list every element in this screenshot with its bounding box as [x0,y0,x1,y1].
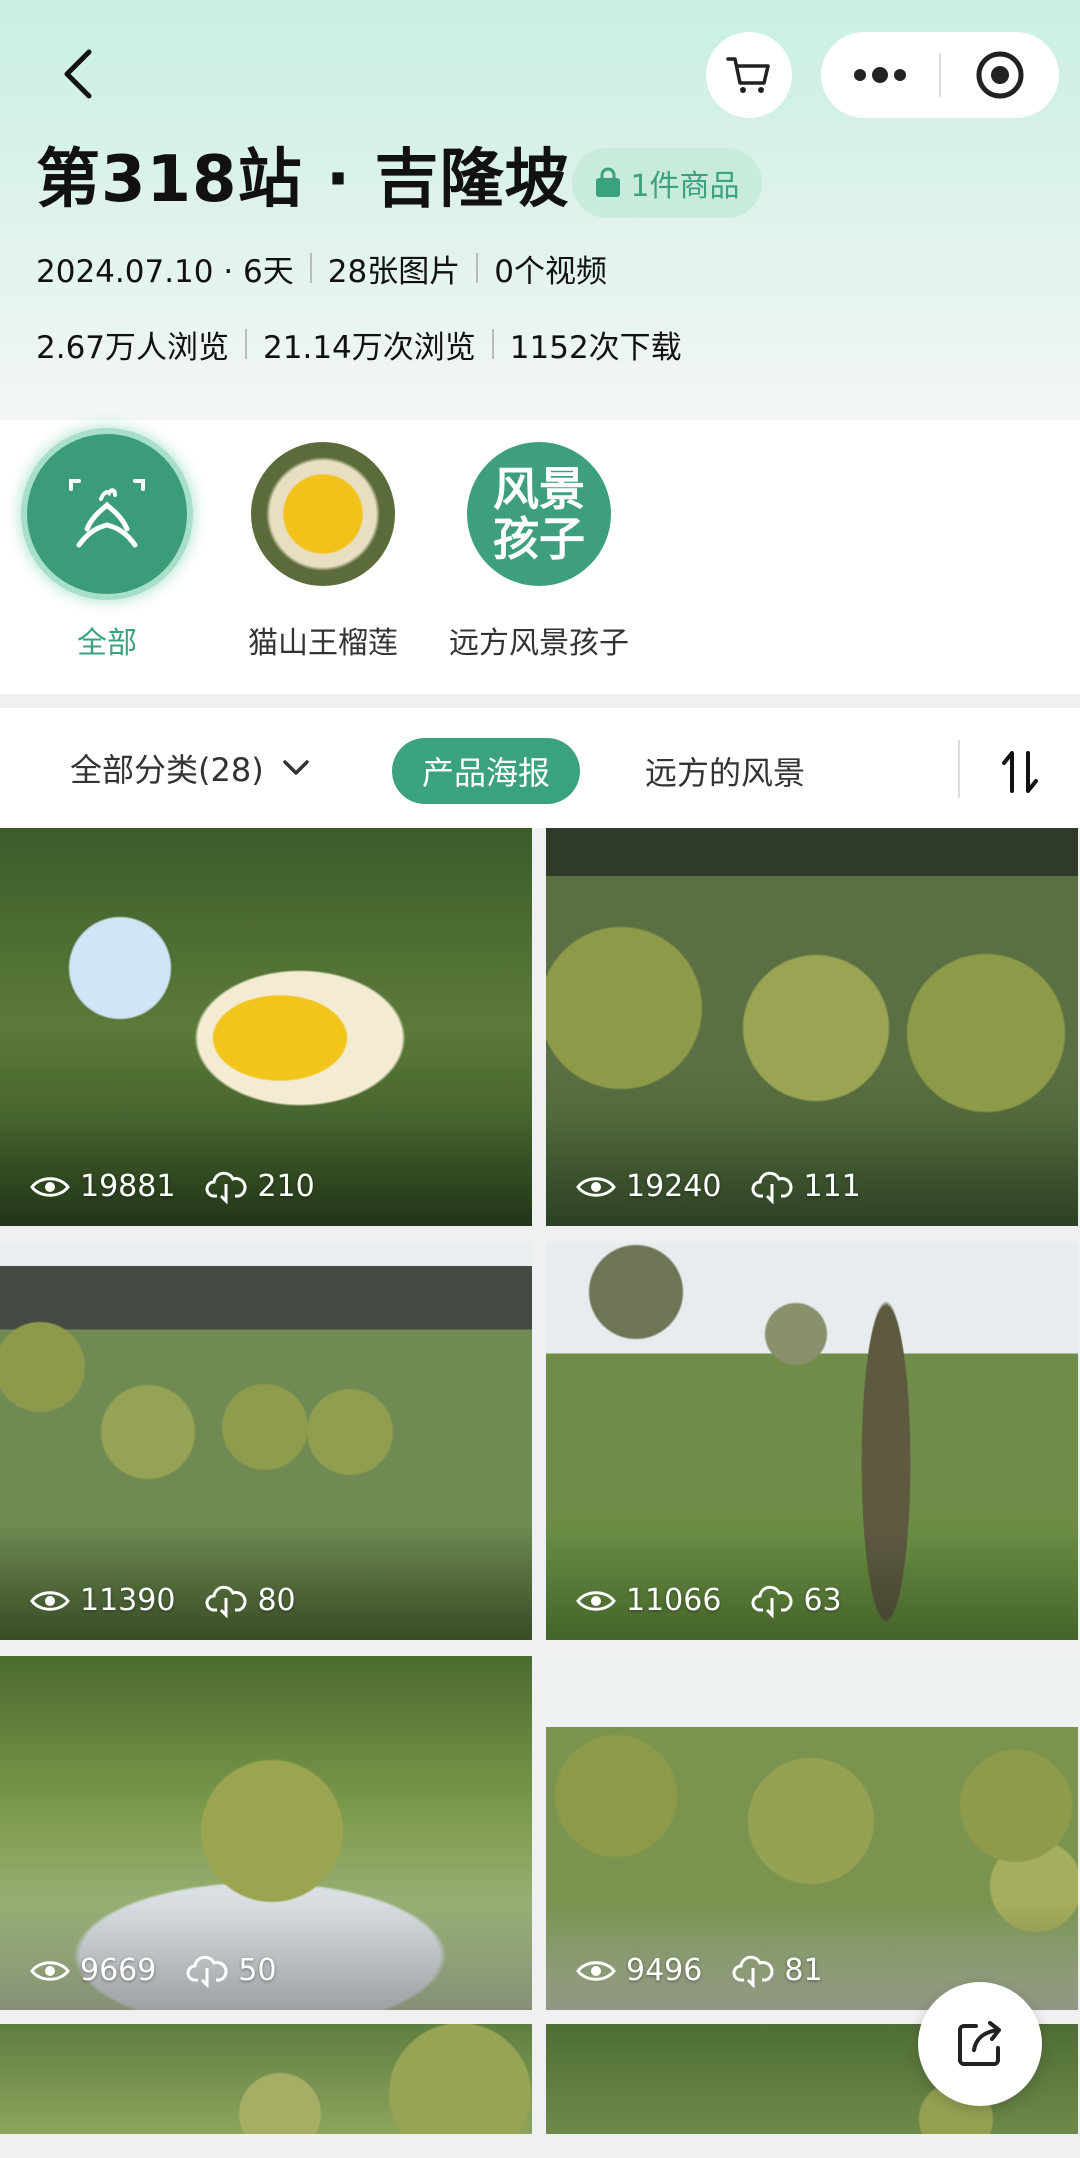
meta-divider [476,253,479,283]
station-stats: 2.67万人浏览 21.14万次浏览 1152次下载 [36,322,682,366]
photo-stats: 9496 81 [576,1953,853,1988]
photo-card[interactable]: 11390 80 [0,1242,532,1640]
eye-icon [30,1590,70,1611]
category-label: 全部分类(28) [70,751,264,789]
album-all-avatar [27,434,187,594]
download-cloud-icon [205,1171,247,1204]
album-selector: 全部 猫山王榴莲 风景孩子 远方风景孩子 [0,420,1080,694]
chevron-down-icon [282,760,309,775]
video-count: 0个视频 [494,253,607,290]
page-title: 第318站 · 吉隆坡 [36,143,570,217]
eye-icon [30,1960,70,1981]
meta-divider [309,253,312,283]
photo-downloads: 50 [238,1953,277,1988]
photo-card[interactable]: 9669 50 [0,1656,532,2010]
photo-downloads: 111 [803,1169,861,1204]
album-durian[interactable]: 猫山王榴莲 [228,442,418,662]
photo-views: 19881 [80,1169,176,1204]
target-circle-icon [976,51,1024,99]
brand-logo-text: 风景孩子 [493,462,585,566]
download-cloud-icon [205,1585,247,1618]
shopping-bag-icon [596,167,621,197]
photo-downloads: 80 [257,1583,296,1618]
album-label: 猫山王榴莲 [248,626,398,661]
durian-thumbnail [251,442,395,586]
scenery-logo-icon [69,479,145,548]
filter-divider [958,740,960,798]
category-dropdown[interactable]: 全部分类(28) [70,742,310,794]
download-cloud-icon [751,1585,793,1618]
photo-views: 11390 [80,1583,176,1618]
photo-stats: 9669 50 [30,1953,307,1988]
album-scenery-kids[interactable]: 风景孩子 远方风景孩子 [444,442,634,662]
photo-card[interactable] [0,2024,532,2134]
photo-downloads: 81 [784,1953,823,1988]
meta-divider [491,329,494,359]
download-cloud-icon [751,1171,793,1204]
download-cloud-icon [732,1955,774,1988]
goods-badge[interactable]: 1件商品 [572,148,762,218]
photo-card[interactable]: 19240 111 [546,828,1078,1226]
chevron-left-icon [64,49,92,99]
share-button[interactable] [918,1982,1042,2106]
photo-views: 19240 [626,1169,722,1204]
image-count: 28张图片 [327,253,461,290]
photo-stats: 11390 80 [30,1583,326,1618]
album-label: 全部 [77,626,137,661]
photo-downloads: 63 [803,1583,842,1618]
share-icon [958,2021,1001,2066]
album-label: 远方风景孩子 [449,626,629,661]
more-button[interactable] [821,32,939,118]
download-cloud-icon [186,1955,228,1988]
photo-card[interactable]: 19881 210 [0,828,532,1226]
goods-badge-label: 1件商品 [630,169,740,204]
photo-stats: 19881 210 [30,1169,345,1204]
photo-stats: 11066 63 [576,1583,872,1618]
close-mini-program-button[interactable] [941,32,1059,118]
sort-arrows-icon [1002,751,1038,793]
photo-views: 9669 [80,1953,157,1988]
photo-card[interactable]: 9496 81 [546,1656,1078,2010]
sort-button[interactable] [990,744,1050,800]
download-count: 1152次下载 [509,329,682,366]
more-dots-icon [854,67,906,83]
photo-grid: 19881 210 19240 111 11390 80 11066 63 96… [0,828,1080,2158]
view-count: 21.14万次浏览 [263,329,476,366]
eye-icon [576,1590,616,1611]
photo-views: 9496 [626,1953,703,1988]
album-all[interactable]: 全部 [12,434,202,662]
photo-views: 11066 [626,1583,722,1618]
back-button[interactable] [50,44,106,104]
eye-icon [576,1960,616,1981]
visitor-count: 2.67万人浏览 [36,329,230,366]
tab-distant-scenery[interactable]: 远方的风景 [620,738,830,804]
meta-divider [245,329,248,359]
tab-product-poster[interactable]: 产品海报 [392,738,580,804]
mini-program-capsule [821,32,1059,118]
filter-bar: 全部分类(28) 产品海报 远方的风景 [0,708,1080,828]
header: 第318站 · 吉隆坡 1件商品 2024.07.10 · 6天 28张图片 0… [0,0,1080,420]
brand-logo: 风景孩子 [467,442,611,586]
station-meta: 2024.07.10 · 6天 28张图片 0个视频 [36,246,607,290]
photo-card[interactable]: 11066 63 [546,1242,1078,1640]
photo-downloads: 210 [257,1169,315,1204]
eye-icon [30,1176,70,1197]
photo-stats: 19240 111 [576,1169,891,1204]
cart-button[interactable] [706,32,792,118]
station-date: 2024.07.10 · 6天 [36,253,294,290]
eye-icon [576,1176,616,1197]
cart-icon [726,57,770,93]
